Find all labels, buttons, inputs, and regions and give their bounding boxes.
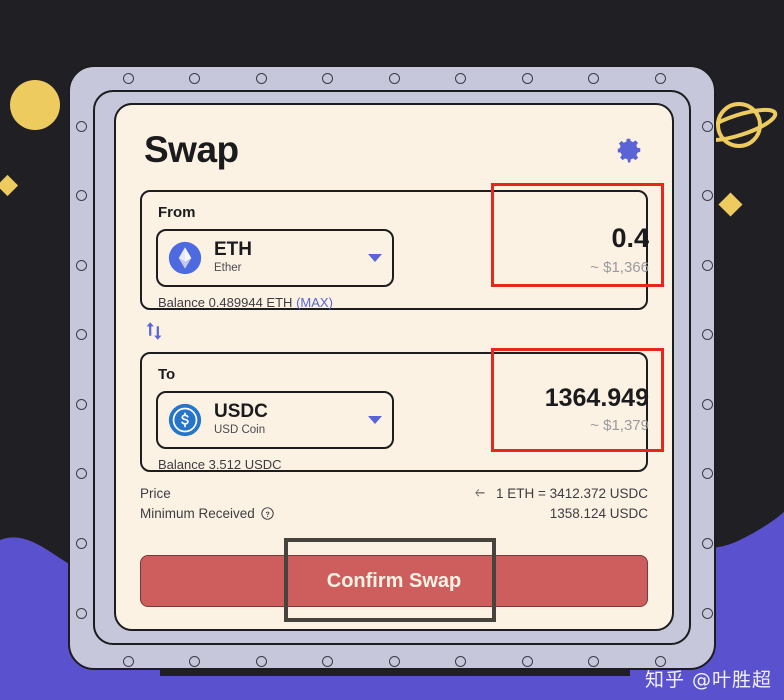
to-amount-highlight: 1364.949 ~ $1,379: [491, 348, 664, 452]
rivet-right-3: [701, 329, 713, 341]
rivet-bottom-2: [255, 655, 267, 667]
from-amount-highlight: 0.4 ~ $1,366: [491, 183, 664, 287]
swap-horizontal-icon[interactable]: [475, 488, 489, 499]
to-balance-text: Balance 3.512 USDC: [158, 457, 282, 472]
to-token-text: USDC USD Coin: [214, 402, 364, 438]
card-header: Swap: [116, 105, 672, 168]
minimum-received-row: Minimum Received 1358.124 USDC: [140, 506, 648, 521]
question-mark-icon[interactable]: [261, 507, 274, 520]
minimum-received-label: Minimum Received: [140, 506, 255, 521]
rivet-right-6: [701, 537, 713, 549]
rivet-left-3: [75, 329, 87, 341]
minimum-received-value: 1358.124 USDC: [549, 506, 648, 521]
from-panel: From ETH Ether Balance 0.489944 ETH (MAX…: [140, 183, 664, 310]
to-token-name: USD Coin: [214, 424, 266, 436]
rivet-left-4: [75, 398, 87, 410]
rivet-right-7: [701, 607, 713, 619]
swap-card: Swap From ETH Ether Balance 0.489944 ETH…: [114, 103, 674, 631]
from-token-symbol: ETH: [214, 239, 252, 261]
rivet-right-5: [701, 468, 713, 480]
swap-direction-button[interactable]: [142, 319, 166, 343]
to-amount-input[interactable]: 1364.949: [494, 383, 649, 414]
rivet-left-5: [75, 468, 87, 480]
swap-info: Price 1 ETH = 3412.372 USDC Minimum Rece…: [140, 486, 648, 521]
usdc-icon: [168, 403, 202, 437]
from-token-name: Ether: [214, 262, 242, 274]
rivet-top-2: [255, 72, 267, 84]
from-balance-text: Balance 0.489944 ETH: [158, 295, 293, 310]
rivet-bottom-1: [189, 655, 200, 667]
from-token-selector[interactable]: ETH Ether: [156, 229, 394, 287]
rivet-top-0: [122, 72, 134, 84]
confirm-swap-button[interactable]: Confirm Swap: [140, 555, 648, 607]
rivet-top-7: [588, 72, 599, 84]
max-button[interactable]: (MAX): [296, 295, 333, 310]
rivet-right-2: [701, 259, 713, 271]
rivet-top-4: [388, 72, 400, 84]
to-panel: To USDC USD Coin Balance 3.512 USDC 1364…: [140, 348, 664, 472]
chevron-down-icon[interactable]: [368, 416, 382, 424]
rivet-bottom-0: [122, 655, 134, 667]
from-token-text: ETH Ether: [214, 240, 364, 276]
rivet-left-2: [75, 259, 87, 271]
price-label: Price: [140, 486, 171, 501]
from-balance: Balance 0.489944 ETH (MAX): [158, 295, 632, 310]
ethereum-icon: [168, 241, 202, 275]
to-balance: Balance 3.512 USDC: [158, 457, 632, 472]
to-token-selector[interactable]: USDC USD Coin: [156, 391, 394, 449]
chevron-down-icon[interactable]: [368, 254, 382, 262]
minimum-received-label-wrap: Minimum Received: [140, 506, 274, 521]
rivet-bottom-5: [455, 655, 466, 667]
rivet-right-1: [701, 190, 713, 202]
confirm-swap-label: Confirm Swap: [326, 569, 462, 592]
gear-icon[interactable]: [614, 135, 644, 165]
price-value-wrap: 1 ETH = 3412.372 USDC: [475, 486, 648, 501]
to-amount-usd: ~ $1,379: [590, 417, 649, 435]
rivet-bottom-7: [588, 655, 599, 667]
price-row: Price 1 ETH = 3412.372 USDC: [140, 486, 648, 501]
rivet-right-4: [701, 398, 713, 410]
rivet-left-1: [75, 190, 87, 202]
rivet-top-6: [521, 72, 533, 84]
rivet-left-0: [75, 120, 87, 132]
to-token-symbol: USDC: [214, 401, 268, 423]
rivet-top-8: [654, 72, 666, 84]
rivet-bottom-6: [521, 655, 533, 667]
device-frame-outer: Swap From ETH Ether Balance 0.489944 ETH…: [68, 65, 716, 670]
rivet-top-1: [189, 72, 200, 84]
price-value: 1 ETH = 3412.372 USDC: [496, 486, 648, 501]
from-amount-usd: ~ $1,366: [590, 258, 649, 276]
rivet-top-5: [455, 72, 466, 84]
rivet-left-6: [75, 537, 87, 549]
watermark: 知乎 @叶胜超: [644, 669, 772, 691]
rivet-top-3: [322, 72, 333, 84]
rivet-left-7: [75, 607, 87, 619]
rivet-bottom-4: [388, 655, 400, 667]
from-amount-input[interactable]: 0.4: [494, 222, 649, 256]
yellow-circle-icon: [10, 80, 60, 130]
rivet-right-0: [701, 120, 713, 132]
rivet-bottom-3: [322, 655, 333, 667]
page-title: Swap: [144, 129, 239, 170]
